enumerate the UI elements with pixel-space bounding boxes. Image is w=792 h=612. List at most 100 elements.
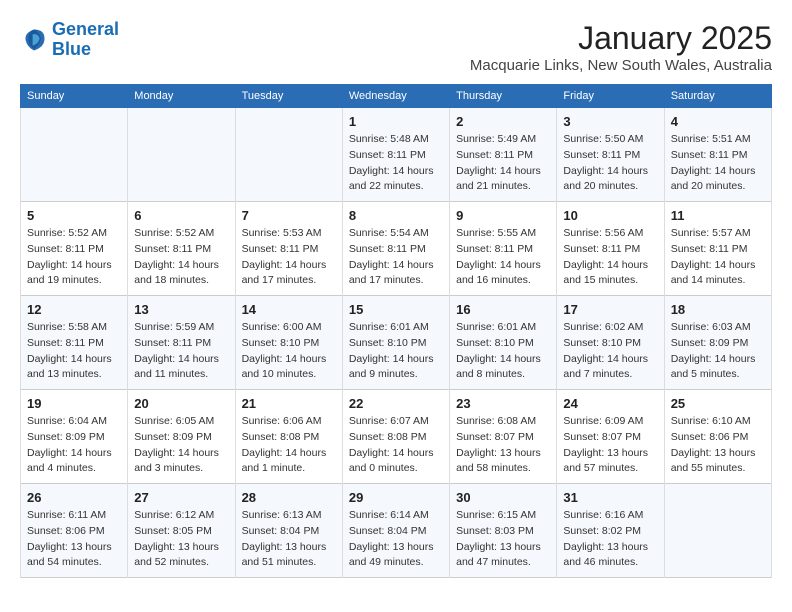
day-info: Sunrise: 6:08 AM Sunset: 8:07 PM Dayligh… [456,414,550,477]
calendar-cell: 21 Sunrise: 6:06 AM Sunset: 8:08 PM Dayli… [235,390,342,484]
calendar-cell: 14 Sunrise: 6:00 AM Sunset: 8:10 PM Dayli… [235,296,342,390]
calendar-cell: 8 Sunrise: 5:54 AM Sunset: 8:11 PM Daylig… [342,202,449,296]
day-info: Sunrise: 6:03 AM Sunset: 8:09 PM Dayligh… [671,320,765,383]
calendar-cell: 30 Sunrise: 6:15 AM Sunset: 8:03 PM Dayli… [450,484,557,578]
weekday-header-saturday: Saturday [664,85,771,108]
calendar-cell: 29 Sunrise: 6:14 AM Sunset: 8:04 PM Dayli… [342,484,449,578]
day-number: 26 [27,490,121,505]
day-number: 19 [27,396,121,411]
calendar-cell: 2Sunrise: 5:49 AM Sunset: 8:11 PM Daylig… [450,108,557,202]
day-info: Sunrise: 6:01 AM Sunset: 8:10 PM Dayligh… [349,320,443,383]
day-number: 28 [242,490,336,505]
calendar-cell [235,108,342,202]
day-number: 24 [563,396,657,411]
day-number: 6 [134,208,228,223]
calendar-cell: 4Sunrise: 5:51 AM Sunset: 8:11 PM Daylig… [664,108,771,202]
day-number: 4 [671,114,765,129]
calendar-cell: 12 Sunrise: 5:58 AM Sunset: 8:11 PM Dayli… [21,296,128,390]
calendar-cell [664,484,771,578]
day-info: Sunrise: 5:54 AM Sunset: 8:11 PM Dayligh… [349,226,443,289]
calendar-title: January 2025 [470,20,772,57]
calendar-week-2: 5Sunrise: 5:52 AM Sunset: 8:11 PM Daylig… [21,202,772,296]
day-number: 1 [349,114,443,129]
day-number: 7 [242,208,336,223]
calendar-cell [128,108,235,202]
calendar-cell: 6 Sunrise: 5:52 AM Sunset: 8:11 PM Daylig… [128,202,235,296]
day-info: Sunrise: 5:59 AM Sunset: 8:11 PM Dayligh… [134,320,228,383]
day-number: 23 [456,396,550,411]
day-info: Sunrise: 5:56 AM Sunset: 8:11 PM Dayligh… [563,226,657,289]
day-number: 17 [563,302,657,317]
day-number: 30 [456,490,550,505]
weekday-header-friday: Friday [557,85,664,108]
logo-text: General Blue [52,20,119,60]
weekday-header-sunday: Sunday [21,85,128,108]
calendar-cell: 23 Sunrise: 6:08 AM Sunset: 8:07 PM Dayli… [450,390,557,484]
day-number: 14 [242,302,336,317]
day-number: 11 [671,208,765,223]
calendar-cell: 22Sunrise: 6:07 AM Sunset: 8:08 PM Dayli… [342,390,449,484]
calendar-week-3: 12 Sunrise: 5:58 AM Sunset: 8:11 PM Dayli… [21,296,772,390]
calendar-cell: 10Sunrise: 5:56 AM Sunset: 8:11 PM Dayli… [557,202,664,296]
calendar-cell: 15 Sunrise: 6:01 AM Sunset: 8:10 PM Dayli… [342,296,449,390]
calendar-cell: 26Sunrise: 6:11 AM Sunset: 8:06 PM Dayli… [21,484,128,578]
day-info: Sunrise: 6:15 AM Sunset: 8:03 PM Dayligh… [456,508,550,571]
day-number: 18 [671,302,765,317]
day-number: 31 [563,490,657,505]
day-number: 21 [242,396,336,411]
weekday-header-wednesday: Wednesday [342,85,449,108]
page-header: General Blue January 2025 Macquarie Link… [20,20,772,74]
day-info: Sunrise: 5:58 AM Sunset: 8:11 PM Dayligh… [27,320,121,383]
calendar-cell: 17Sunrise: 6:02 AM Sunset: 8:10 PM Dayli… [557,296,664,390]
day-info: Sunrise: 6:05 AM Sunset: 8:09 PM Dayligh… [134,414,228,477]
day-number: 27 [134,490,228,505]
calendar-week-1: 1 Sunrise: 5:48 AM Sunset: 8:11 PM Daylig… [21,108,772,202]
day-info: Sunrise: 5:57 AM Sunset: 8:11 PM Dayligh… [671,226,765,289]
weekday-header-thursday: Thursday [450,85,557,108]
title-block: January 2025 Macquarie Links, New South … [470,20,772,74]
day-number: 12 [27,302,121,317]
day-number: 15 [349,302,443,317]
calendar-cell: 5Sunrise: 5:52 AM Sunset: 8:11 PM Daylig… [21,202,128,296]
day-number: 29 [349,490,443,505]
day-info: Sunrise: 6:00 AM Sunset: 8:10 PM Dayligh… [242,320,336,383]
calendar-cell: 3 Sunrise: 5:50 AM Sunset: 8:11 PM Daylig… [557,108,664,202]
day-number: 20 [134,396,228,411]
day-number: 3 [563,114,657,129]
day-info: Sunrise: 5:48 AM Sunset: 8:11 PM Dayligh… [349,132,443,195]
calendar-cell: 1 Sunrise: 5:48 AM Sunset: 8:11 PM Daylig… [342,108,449,202]
calendar-cell: 18 Sunrise: 6:03 AM Sunset: 8:09 PM Dayli… [664,296,771,390]
calendar-header: SundayMondayTuesdayWednesdayThursdayFrid… [21,85,772,108]
day-info: Sunrise: 6:09 AM Sunset: 8:07 PM Dayligh… [563,414,657,477]
day-info: Sunrise: 6:16 AM Sunset: 8:02 PM Dayligh… [563,508,657,571]
calendar-cell: 24 Sunrise: 6:09 AM Sunset: 8:07 PM Dayli… [557,390,664,484]
day-info: Sunrise: 6:10 AM Sunset: 8:06 PM Dayligh… [671,414,765,477]
day-info: Sunrise: 6:13 AM Sunset: 8:04 PM Dayligh… [242,508,336,571]
calendar-cell: 25Sunrise: 6:10 AM Sunset: 8:06 PM Dayli… [664,390,771,484]
calendar-week-5: 26Sunrise: 6:11 AM Sunset: 8:06 PM Dayli… [21,484,772,578]
day-info: Sunrise: 5:55 AM Sunset: 8:11 PM Dayligh… [456,226,550,289]
day-number: 8 [349,208,443,223]
calendar-cell: 28 Sunrise: 6:13 AM Sunset: 8:04 PM Dayli… [235,484,342,578]
day-info: Sunrise: 6:04 AM Sunset: 8:09 PM Dayligh… [27,414,121,477]
day-number: 22 [349,396,443,411]
day-info: Sunrise: 6:14 AM Sunset: 8:04 PM Dayligh… [349,508,443,571]
day-number: 13 [134,302,228,317]
weekday-header-monday: Monday [128,85,235,108]
calendar-cell: 27 Sunrise: 6:12 AM Sunset: 8:05 PM Dayli… [128,484,235,578]
day-info: Sunrise: 6:01 AM Sunset: 8:10 PM Dayligh… [456,320,550,383]
logo: General Blue [20,20,119,60]
day-info: Sunrise: 6:06 AM Sunset: 8:08 PM Dayligh… [242,414,336,477]
calendar-cell: 7Sunrise: 5:53 AM Sunset: 8:11 PM Daylig… [235,202,342,296]
calendar-cell: 11 Sunrise: 5:57 AM Sunset: 8:11 PM Dayli… [664,202,771,296]
day-info: Sunrise: 5:52 AM Sunset: 8:11 PM Dayligh… [134,226,228,289]
day-number: 2 [456,114,550,129]
day-info: Sunrise: 6:12 AM Sunset: 8:05 PM Dayligh… [134,508,228,571]
calendar-cell [21,108,128,202]
day-number: 16 [456,302,550,317]
calendar-cell: 9Sunrise: 5:55 AM Sunset: 8:11 PM Daylig… [450,202,557,296]
calendar-cell: 19 Sunrise: 6:04 AM Sunset: 8:09 PM Dayli… [21,390,128,484]
calendar-table: SundayMondayTuesdayWednesdayThursdayFrid… [20,84,772,578]
calendar-body: 1 Sunrise: 5:48 AM Sunset: 8:11 PM Daylig… [21,108,772,578]
day-info: Sunrise: 5:50 AM Sunset: 8:11 PM Dayligh… [563,132,657,195]
